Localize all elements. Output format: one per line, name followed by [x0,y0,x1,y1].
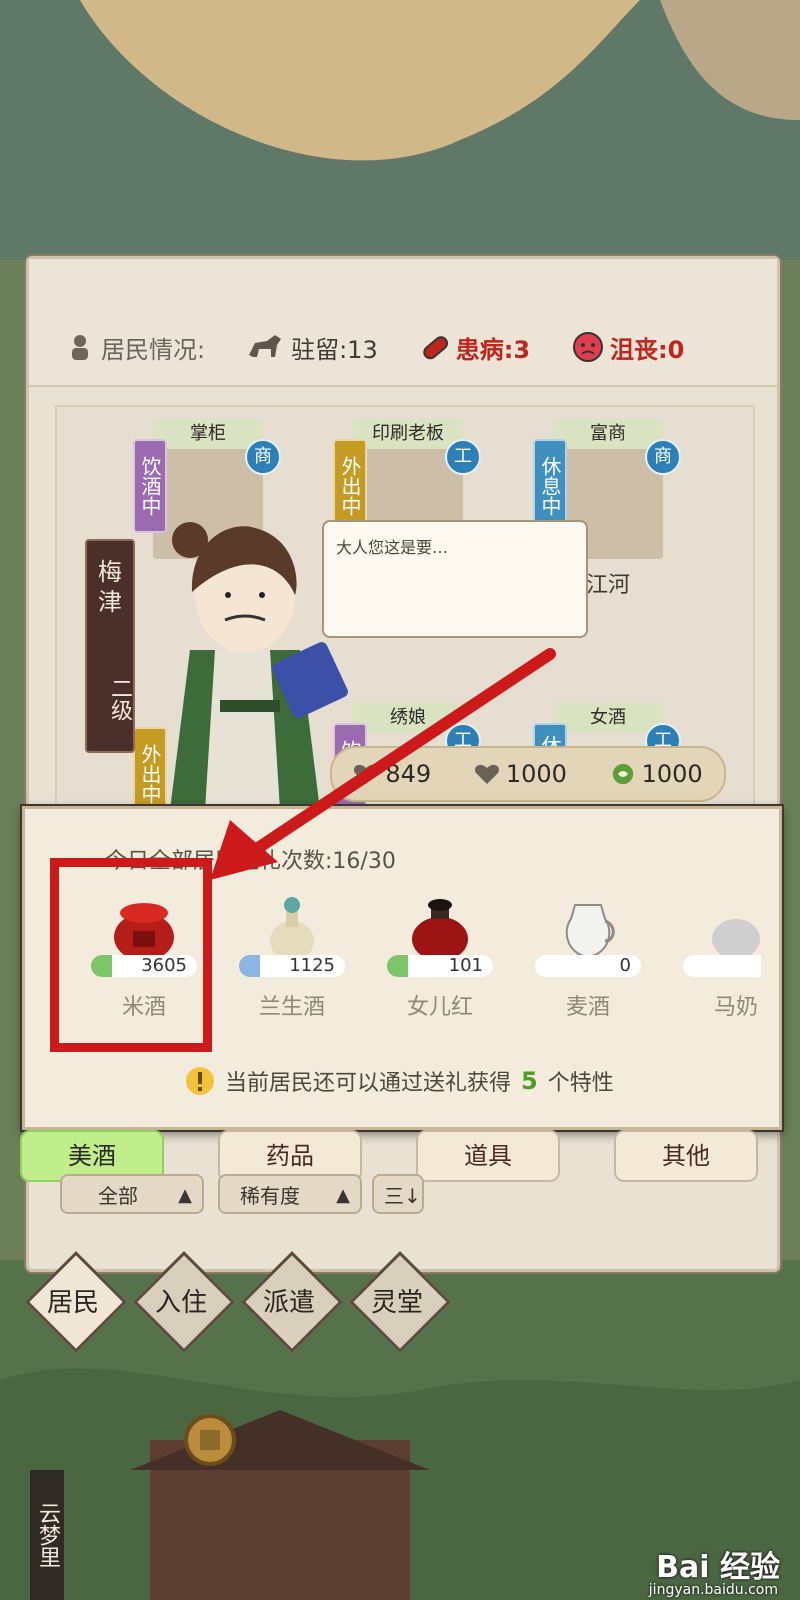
speech-bubble: 大人您这是要… [322,520,588,638]
gift-trait-note: 当前居民还可以通过送礼获得 5 个特性 [185,1065,614,1097]
profession-badge: 商 [245,439,281,475]
resident-status-tag: 休息中 [533,439,567,533]
resident-title: 印刷老板 [353,419,463,449]
gift-name: 女儿红 [406,995,473,1020]
selected-resident-name: 梅津 [98,558,122,616]
sort-order-button[interactable]: 三↓ [372,1174,424,1214]
trait-count: 5 [521,1067,538,1095]
profession-badge: 工 [445,439,481,475]
bottom-nav: 居民 入住 派遣 灵堂 [25,1251,468,1384]
baidu-watermark-url: jingyan.baidu.com [648,1582,778,1598]
nav-residents[interactable]: 居民 [25,1251,127,1353]
leaf-icon [612,763,633,785]
gift-count-fill [239,955,261,977]
pill-icon [422,336,448,360]
gift-name: 兰生酒 [258,995,325,1020]
sad-face-icon [573,332,604,362]
gift-count-bar: 0 [535,955,641,977]
nav-move-in[interactable]: 入住 [133,1251,235,1353]
gift-count-bar [683,955,761,977]
resident-title: 富商 [553,419,663,449]
filter-all-dropdown[interactable]: 全部 ▲ [60,1174,204,1214]
chevron-up-icon: ▲ [336,1185,350,1206]
status-label-text: 居民情况: [101,335,206,364]
gift-item-2[interactable]: 101 女儿红 [377,885,503,1035]
person-icon [72,335,88,360]
speech-text: 大人您这是要… [336,538,449,557]
status-row: 居民情况: 驻留:13 患病:3 沮丧:0 [69,329,726,365]
stay-count: 驻留:13 [245,330,378,365]
gift-item-4[interactable]: 马奶 [673,885,761,1035]
stat-c: 1000 [610,760,703,788]
depressed-count: 沮丧:0 [572,330,684,365]
warning-icon [186,1067,214,1095]
selected-resident-namebar: 梅津 二级 [85,539,135,753]
filter-rarity-dropdown[interactable]: 稀有度 ▲ [218,1174,362,1214]
tab-other[interactable]: 其他 [614,1130,758,1182]
baidu-watermark: Bai 经验 [656,1550,780,1585]
gift-item-1[interactable]: 1125 兰生酒 [229,885,355,1035]
gift-name: 马奶 [713,995,758,1020]
horse-icon [249,335,282,357]
nav-dispatch[interactable]: 派遣 [241,1251,343,1353]
resident-status-label: 居民情况: [69,330,205,365]
category-tabs: 美酒 药品 道具 其他 [20,1130,780,1182]
resident-status-bar: 居民情况: 驻留:13 患病:3 沮丧:0 [29,259,777,387]
gift-count-bar: 1125 [239,955,345,977]
gift-name: 麦酒 [565,995,610,1020]
village-name-sign: 云梦里 [30,1470,64,1600]
chevron-up-icon: ▲ [178,1185,192,1206]
selected-resident-level: 二级 [107,677,132,721]
profession-badge: 商 [645,439,681,475]
filter-bar: 全部 ▲ 稀有度 ▲ 三↓ [60,1174,440,1218]
gift-count-fill [387,955,409,977]
annotation-arrow [210,648,556,880]
resident-title: 掌柜 [153,419,263,449]
sick-count: 患病:3 [420,330,530,365]
gift-count-bar: 101 [387,955,493,977]
gift-item-3[interactable]: 0 麦酒 [525,885,651,1035]
highlight-frame [50,858,212,1052]
nav-memorial-hall[interactable]: 灵堂 [349,1251,451,1353]
